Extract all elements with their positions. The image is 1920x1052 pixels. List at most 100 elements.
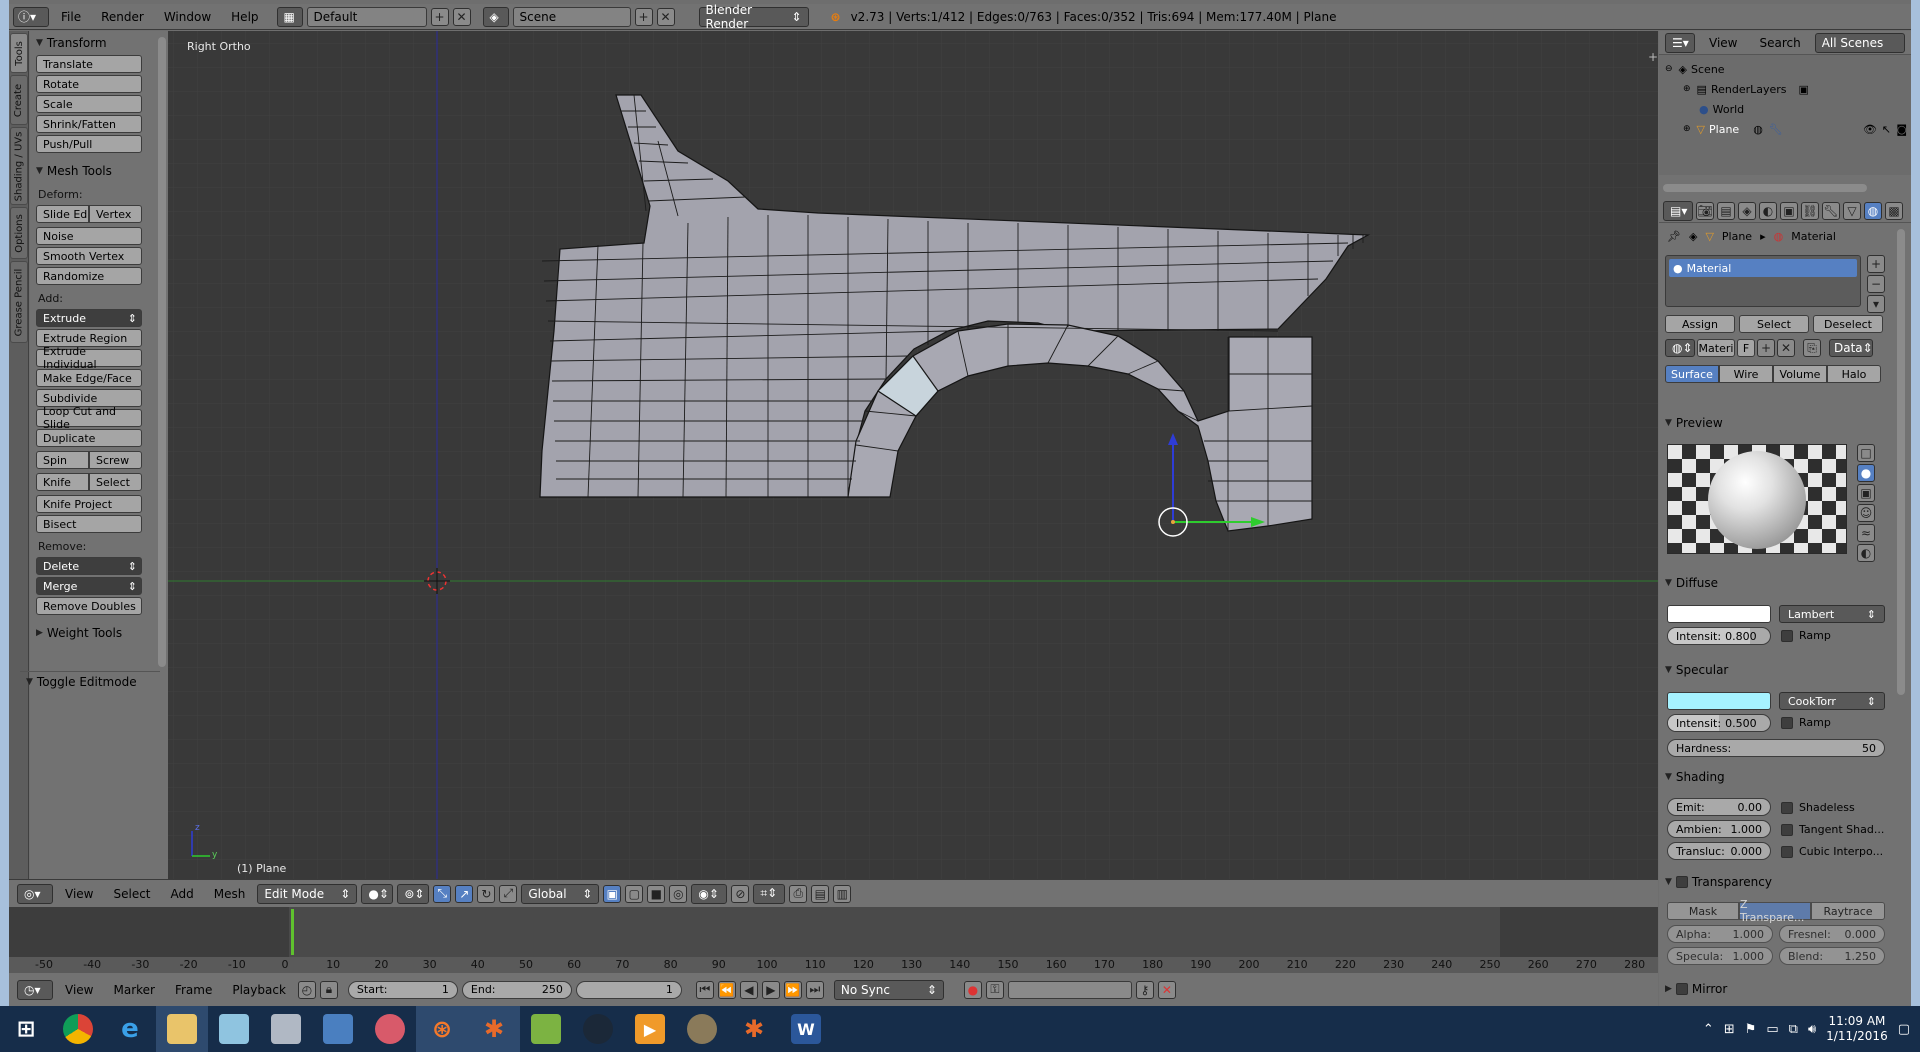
- menu-select[interactable]: Select: [105, 887, 158, 901]
- material-name-field[interactable]: Materi: [1697, 339, 1735, 357]
- preview-sky-icon[interactable]: ◐: [1857, 544, 1875, 562]
- manipulator-toggle-icon[interactable]: ⤡: [433, 884, 452, 903]
- mesh-tools-panel-header[interactable]: ▼ Mesh Tools: [36, 161, 162, 181]
- bisect-button[interactable]: Bisect: [36, 515, 142, 533]
- modifiers-context-icon[interactable]: 🔧︎: [1822, 201, 1840, 220]
- taskbar-ie[interactable]: e: [104, 1006, 156, 1052]
- next-keyframe-icon[interactable]: ⏩: [783, 980, 802, 999]
- outliner-row-plane[interactable]: ⊕ ▽ Plane ◍ 🔧︎ 👁︎ ↖ ◙: [1659, 119, 1911, 139]
- play-icon[interactable]: ▶: [761, 980, 780, 999]
- specular-shader-dropdown[interactable]: CookTorr ⇕: [1779, 692, 1885, 710]
- cubic-interp-toggle[interactable]: Cubic Interpo...: [1781, 845, 1883, 858]
- unlink-material-button[interactable]: ✕: [1777, 339, 1795, 357]
- play-reverse-icon[interactable]: ◀: [739, 980, 758, 999]
- mode-dropdown[interactable]: Edit Mode ⇕: [257, 883, 358, 904]
- taskbar-blender-3[interactable]: ✱: [728, 1006, 780, 1052]
- diffuse-shader-dropdown[interactable]: Lambert ⇕: [1779, 605, 1885, 623]
- translucency-slider[interactable]: Transluc: 0.000: [1667, 842, 1771, 860]
- menu-render[interactable]: Render: [93, 10, 152, 24]
- jump-end-icon[interactable]: ⏭: [805, 980, 824, 999]
- checkbox[interactable]: [1781, 823, 1793, 836]
- scene-context-icon[interactable]: ◈: [1738, 201, 1756, 220]
- scene-field[interactable]: Scene: [512, 6, 631, 27]
- menu-file[interactable]: File: [53, 10, 89, 24]
- checkbox[interactable]: [1781, 845, 1793, 858]
- taskbar-gimp[interactable]: [676, 1006, 728, 1052]
- notifications-icon[interactable]: ▢: [1898, 1022, 1910, 1037]
- link-data-dropdown[interactable]: Data ⇕: [1829, 339, 1873, 357]
- preview-sphere-icon[interactable]: ●: [1857, 464, 1875, 482]
- render-layers-context-icon[interactable]: ▤: [1717, 201, 1735, 220]
- end-frame-field[interactable]: End: 250: [461, 980, 572, 999]
- menu-view[interactable]: View: [57, 983, 101, 997]
- selectable-cursor-icon[interactable]: ↖: [1882, 123, 1891, 136]
- scale-manipulator-icon[interactable]: ⤢: [499, 884, 518, 903]
- properties-scrollbar[interactable]: [1897, 229, 1905, 695]
- scale-button[interactable]: Scale: [36, 95, 142, 113]
- emit-slider[interactable]: Emit: 0.00: [1667, 798, 1771, 816]
- lock-icon[interactable]: 🔒︎: [319, 980, 338, 999]
- toggle-editmode-panel-header[interactable]: ▼ Toggle Editmode: [20, 671, 160, 691]
- add-layout-button[interactable]: +: [430, 7, 449, 26]
- vertex-select-icon[interactable]: ▣: [603, 884, 622, 903]
- taskbar-people[interactable]: [312, 1006, 364, 1052]
- render-engine-dropdown[interactable]: Blender Render ⇕: [698, 3, 809, 31]
- menu-playback[interactable]: Playback: [224, 983, 294, 997]
- preview-monkey-icon[interactable]: ☺: [1857, 504, 1875, 522]
- menu-view[interactable]: View: [57, 887, 101, 901]
- tab-grease-pencil[interactable]: Grease Pencil: [10, 261, 28, 343]
- tray-flag-icon[interactable]: ⚑: [1745, 1022, 1757, 1037]
- noise-button[interactable]: Noise: [36, 227, 142, 245]
- layout-icon[interactable]: ▦: [276, 6, 303, 27]
- tab-shading-uvs[interactable]: Shading / UVs: [10, 127, 28, 205]
- slide-vertex-button[interactable]: Vertex: [89, 205, 142, 223]
- diffuse-panel-header[interactable]: ▼ Diffuse: [1659, 573, 1718, 593]
- data-context-icon[interactable]: ▽: [1843, 201, 1861, 220]
- diffuse-intensity-slider[interactable]: Intensit: 0.800: [1667, 627, 1771, 645]
- tray-network-icon[interactable]: ⧉: [1789, 1022, 1798, 1037]
- preview-panel-header[interactable]: ▼ Preview: [1659, 413, 1723, 433]
- outliner-scrollbar[interactable]: [1663, 184, 1867, 192]
- remove-layout-button[interactable]: ✕: [452, 7, 471, 26]
- specular-panel-header[interactable]: ▼ Specular: [1659, 660, 1728, 680]
- translate-button[interactable]: Translate: [36, 55, 142, 73]
- shadeless-toggle[interactable]: Shadeless: [1781, 801, 1855, 814]
- editor-type-button[interactable]: ◷▾: [17, 979, 53, 1000]
- slide-edge-button[interactable]: Slide Ed: [36, 205, 89, 223]
- pivot-dropdown[interactable]: ⊚⇕: [397, 883, 430, 904]
- region-toggle-plus-icon[interactable]: +: [1648, 50, 1658, 64]
- menu-marker[interactable]: Marker: [105, 983, 162, 997]
- make-edge-face-button[interactable]: Make Edge/Face: [36, 369, 142, 387]
- screen-layout-field[interactable]: Default: [306, 6, 427, 27]
- taskbar-paint[interactable]: [364, 1006, 416, 1052]
- alpha-slider[interactable]: Alpha: 1.000: [1667, 925, 1773, 943]
- limit-selection-icon[interactable]: ◎: [669, 884, 688, 903]
- taskbar-blender[interactable]: ⊛: [416, 1006, 468, 1052]
- editor-type-button[interactable]: ◎▾: [17, 883, 53, 904]
- smooth-vertex-button[interactable]: Smooth Vertex: [36, 247, 142, 265]
- specular-color-swatch[interactable]: [1667, 692, 1771, 710]
- loop-cut-button[interactable]: Loop Cut and Slide: [36, 405, 142, 431]
- shading-panel-header[interactable]: ▼ Shading: [1659, 767, 1725, 787]
- screw-button[interactable]: Screw: [89, 451, 142, 469]
- insert-keyframe-icon[interactable]: ⚷: [1135, 980, 1154, 999]
- tab-z-transparency[interactable]: Z Transpare...: [1739, 898, 1811, 924]
- edge-select-icon[interactable]: ▢: [625, 884, 644, 903]
- snap-toggle-icon[interactable]: ⊘: [731, 884, 750, 903]
- snap-element-dropdown[interactable]: ⌗⇕: [753, 883, 786, 904]
- visibility-eye-icon[interactable]: 👁︎: [1863, 123, 1877, 136]
- specular-transp-slider[interactable]: Specula: 1.000: [1667, 947, 1773, 965]
- taskbar-word[interactable]: W: [780, 1006, 832, 1052]
- transform-panel-header[interactable]: ▼ Transform: [36, 33, 162, 53]
- record-icon[interactable]: ●: [963, 980, 982, 999]
- proportional-edit-dropdown[interactable]: ◉⇕: [691, 883, 728, 904]
- shading-dropdown[interactable]: ●⇕: [361, 883, 394, 904]
- delete-keyframe-icon[interactable]: ✕: [1157, 980, 1176, 999]
- duplicate-button[interactable]: Duplicate: [36, 429, 142, 447]
- taskbar-chart[interactable]: [520, 1006, 572, 1052]
- shelf-scrollbar[interactable]: [158, 37, 166, 667]
- add-scene-button[interactable]: +: [634, 7, 653, 26]
- tab-surface[interactable]: Surface: [1665, 365, 1719, 383]
- mirror-panel-header[interactable]: ▶ Mirror: [1659, 979, 1727, 999]
- scene-icon[interactable]: ◈: [482, 6, 509, 27]
